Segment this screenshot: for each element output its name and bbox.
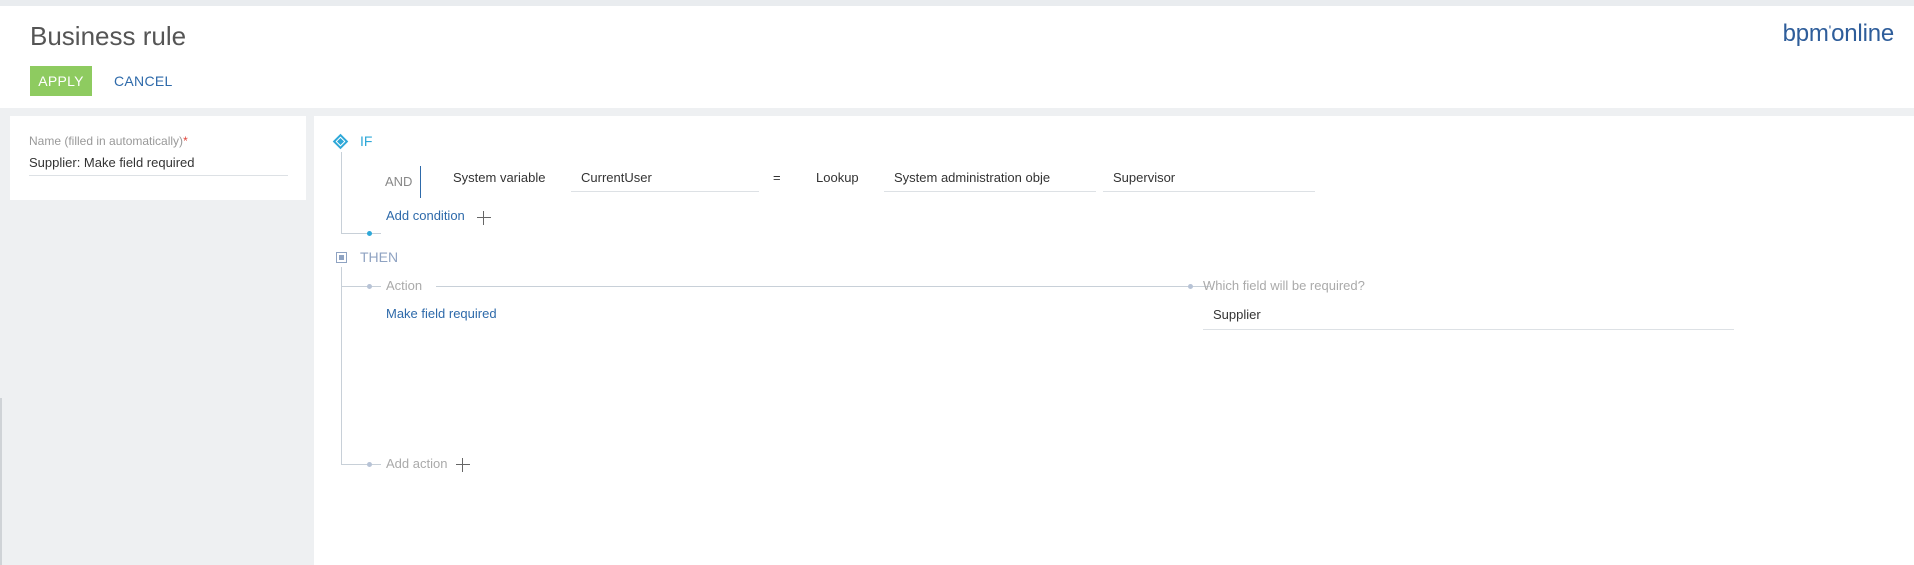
bpmonline-logo: bpm'online bbox=[1782, 20, 1895, 48]
field-dot bbox=[1188, 284, 1193, 289]
then-square-icon bbox=[336, 252, 347, 263]
action-connector bbox=[341, 286, 381, 287]
condition-right-value[interactable]: Supervisor bbox=[1103, 168, 1315, 192]
logo-tick: ' bbox=[1828, 22, 1832, 38]
add-condition-connector bbox=[341, 233, 381, 234]
add-action-dot bbox=[367, 462, 372, 467]
name-panel: Name (filled in automatically)* Supplier… bbox=[10, 116, 306, 200]
add-action-connector bbox=[341, 464, 381, 465]
required-field-input[interactable]: Supplier bbox=[1203, 304, 1734, 330]
action-make-field-required[interactable]: Make field required bbox=[386, 306, 497, 321]
name-field-label: Name (filled in automatically)* bbox=[29, 134, 188, 148]
logo-rest: online bbox=[1831, 20, 1894, 47]
cancel-button[interactable]: CANCEL bbox=[114, 66, 173, 96]
if-connector-line bbox=[341, 152, 342, 234]
action-field-line bbox=[436, 286, 1210, 287]
condition-left-type[interactable]: System variable bbox=[453, 170, 545, 185]
required-mark: * bbox=[183, 134, 188, 148]
add-condition-plus-icon[interactable] bbox=[477, 211, 491, 225]
condition-group-bar bbox=[420, 166, 421, 198]
action-dot bbox=[367, 284, 372, 289]
add-action-link[interactable]: Add action bbox=[386, 456, 447, 471]
condition-left-value[interactable]: CurrentUser bbox=[571, 168, 759, 192]
add-action-plus-icon[interactable] bbox=[456, 458, 470, 472]
field-header: Which field will be required? bbox=[1203, 278, 1365, 293]
name-label-text: Name (filled in automatically) bbox=[29, 134, 184, 148]
condition-right-type[interactable]: Lookup bbox=[816, 170, 859, 185]
left-edge-line bbox=[0, 398, 2, 565]
apply-button[interactable]: APPLY bbox=[30, 66, 92, 96]
page-header: Business rule bpm'online APPLY CANCEL bbox=[0, 6, 1914, 108]
logo-main: bpm bbox=[1782, 20, 1829, 47]
then-label: THEN bbox=[360, 249, 399, 265]
rule-editor-panel: IF AND System variable CurrentUser = Loo… bbox=[314, 116, 1914, 565]
if-diamond-icon bbox=[332, 133, 349, 150]
page-title: Business rule bbox=[30, 21, 187, 51]
add-condition-dot bbox=[367, 231, 372, 236]
then-connector-line bbox=[341, 267, 342, 464]
add-condition-link[interactable]: Add condition bbox=[386, 208, 465, 223]
if-label: IF bbox=[360, 133, 373, 149]
name-field[interactable]: Supplier: Make field required bbox=[29, 152, 288, 176]
action-header: Action bbox=[386, 278, 423, 293]
condition-comparison[interactable]: = bbox=[773, 170, 781, 185]
condition-operator[interactable]: AND bbox=[385, 174, 412, 189]
condition-lookup-field[interactable]: System administration obje bbox=[884, 168, 1096, 192]
